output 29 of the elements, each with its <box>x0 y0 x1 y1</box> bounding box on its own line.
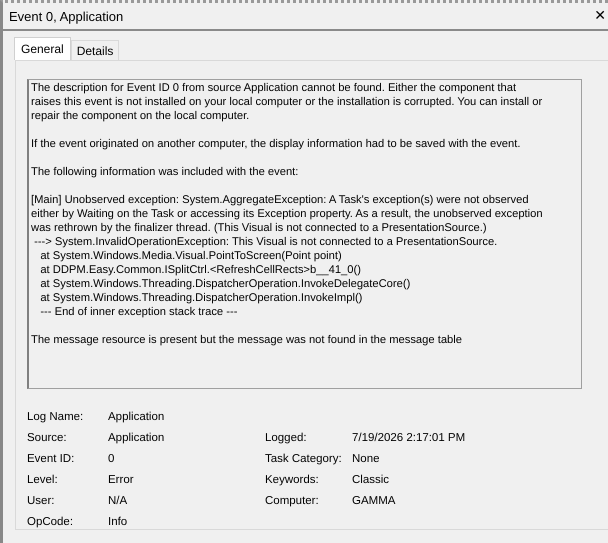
field-value: Application <box>108 410 166 422</box>
field-label: Level: <box>27 474 59 486</box>
field-label: Logged: <box>265 432 308 444</box>
description-text: The message resource is present but the message was not found in the message table <box>31 333 463 347</box>
field-value: Application <box>108 432 166 444</box>
window-title: Event 0, Application <box>9 8 124 24</box>
field-label: User: <box>27 494 56 506</box>
field-value: N/A <box>108 494 128 506</box>
description-text: The description for Event ID 0 from source Application cannot be found. Either the component that raises this event is not installed on your local computer or the installation is corrupted. You can install or repair the component on the local computer. <box>31 81 544 123</box>
field-value: GAMMA <box>352 494 396 506</box>
description-text: [Main] Unobserved exception: System.AggregateException: A Task's exception(s) were not observed either by Waiting on the Task or accessing its Exception property. As a result, the unobserved exception was rethrown by the finalizer thread. (This Visual is not connected to a PresentationSource.) ---> System.InvalidOperationException: This Visual is not connected to a PresentationSource. at System.Windows.Media.Visual.PointToScreen(Point point) at DDPM.Easy.Common.ISplitCtrl.<RefreshCellRects>b__41_0() at System.Windows.Threading.DispatcherOperation.InvokeDelegateCore() at System.Windows.Threading.DispatcherOperation.InvokeImpl() --- End of inner exception stack trace --- <box>31 193 544 319</box>
field-label: Keywords: <box>265 474 320 486</box>
field-value: None <box>352 452 380 464</box>
field-value: 7/19/2026 2:17:01 PM <box>352 432 466 444</box>
close-button[interactable]: ✕ <box>592 8 608 24</box>
field-label: Source: <box>27 432 68 444</box>
field-value: Classic <box>352 474 390 486</box>
description-text: The following information was included with the event: <box>31 165 300 179</box>
description-text: If the event originated on another computer, the display information had to be saved with the event. <box>31 137 522 151</box>
field-label: Task Category: <box>265 452 343 464</box>
field-value: Error <box>108 474 135 486</box>
field-label: Log Name: <box>27 410 84 422</box>
field-label: OpCode: <box>27 516 74 528</box>
field-value: 0 <box>108 452 116 464</box>
field-label: Event ID: <box>27 452 76 464</box>
field-label: Computer: <box>265 494 320 506</box>
field-value: Info <box>108 516 128 528</box>
tab[interactable]: General <box>14 37 71 60</box>
tab[interactable]: Details <box>70 40 120 60</box>
